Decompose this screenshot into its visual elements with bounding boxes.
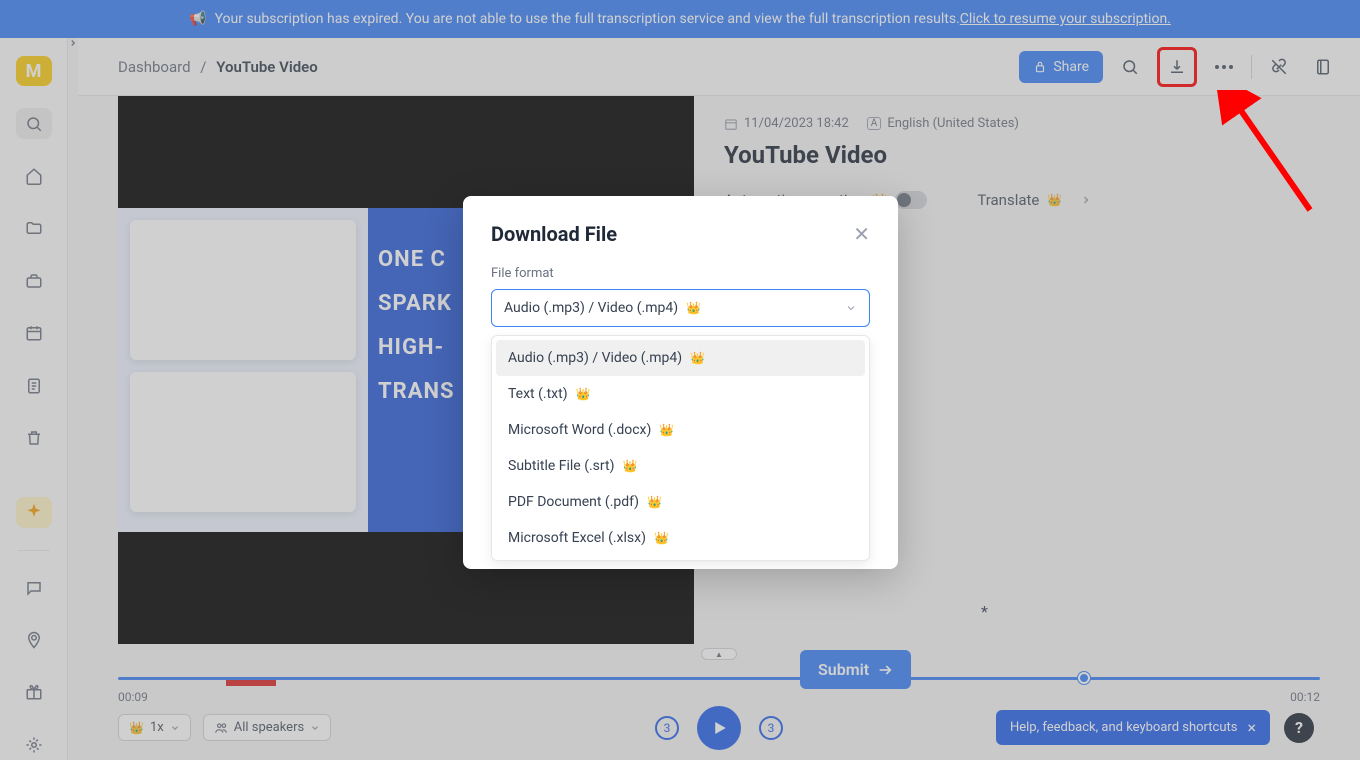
format-option[interactable]: PDF Document (.pdf)👑 [496,484,865,520]
format-option[interactable]: Text (.txt)👑 [496,376,865,412]
format-option[interactable]: Microsoft Word (.docx)👑 [496,412,865,448]
download-file-modal: Download File ✕ File format Audio (.mp3)… [463,196,898,569]
file-format-label: File format [491,266,870,281]
crown-icon: 👑 [576,387,591,401]
crown-icon: 👑 [659,423,674,437]
crown-icon: 👑 [647,495,662,509]
crown-icon: 👑 [690,351,705,365]
file-format-dropdown: Audio (.mp3) / Video (.mp4)👑 Text (.txt)… [491,335,870,561]
crown-icon: 👑 [654,531,669,545]
crown-icon: 👑 [686,301,701,315]
modal-title: Download File [491,222,617,246]
format-option[interactable]: Subtitle File (.srt)👑 [496,448,865,484]
chevron-down-icon [845,302,857,314]
crown-icon: 👑 [622,459,637,473]
file-format-select[interactable]: Audio (.mp3) / Video (.mp4) 👑 [491,289,870,327]
format-option[interactable]: Audio (.mp3) / Video (.mp4)👑 [496,340,865,376]
close-icon[interactable]: ✕ [853,222,870,246]
format-option[interactable]: Microsoft Excel (.xlsx)👑 [496,520,865,556]
